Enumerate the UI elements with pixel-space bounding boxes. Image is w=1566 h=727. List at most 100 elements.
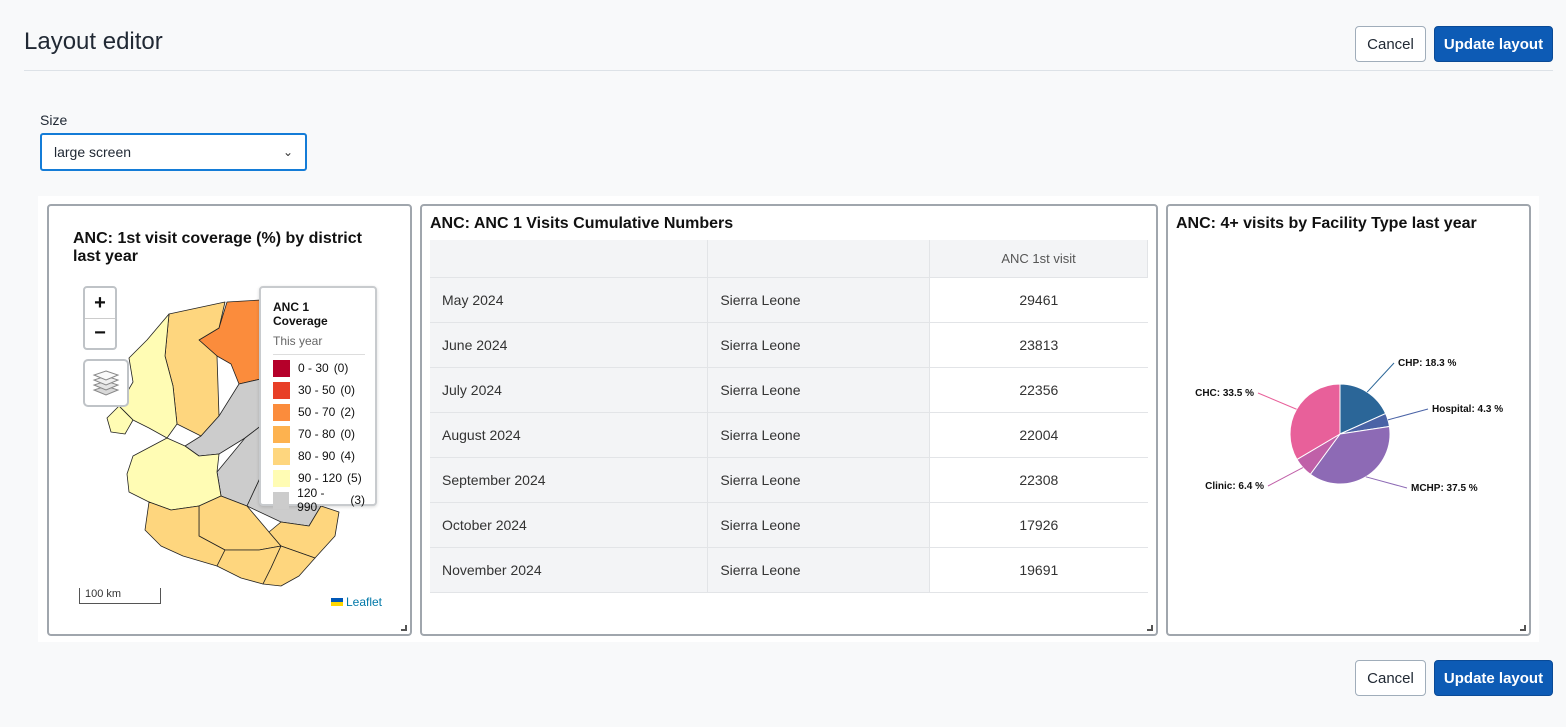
pivot-table: ANC 1st visit May 2024 Sierra Leone 29461 J… (430, 240, 1148, 593)
table-row: October 2024 Sierra Leone 17926 (430, 502, 1148, 548)
pie-connector-line (1387, 408, 1429, 421)
legend-count: (5) (347, 471, 362, 485)
cell-org-unit: Sierra Leone (707, 277, 931, 323)
legend-swatch (273, 381, 290, 399)
legend-count: (2) (340, 405, 356, 419)
update-layout-button[interactable]: Update layout (1434, 26, 1553, 62)
legend-swatch (273, 403, 290, 421)
cell-period: August 2024 (430, 412, 709, 458)
cell-value: 19691 (929, 547, 1148, 593)
legend-swatch (273, 447, 290, 465)
legend-swatch (273, 359, 290, 377)
table-row: June 2024 Sierra Leone 23813 (430, 322, 1148, 368)
legend-item: 0 - 30 (0) (273, 357, 365, 379)
legend-range: 120 - 990 (297, 486, 325, 514)
table-row: September 2024 Sierra Leone 22308 (430, 457, 1148, 503)
cell-period: October 2024 (430, 502, 709, 548)
page-title: Layout editor (24, 28, 163, 55)
resize-handle[interactable] (1147, 625, 1153, 631)
pie-label-chp: CHP: 18.3 % (1398, 358, 1456, 369)
cell-org-unit: Sierra Leone (707, 457, 931, 503)
cell-org-unit: Sierra Leone (707, 547, 931, 593)
dashboard-board: ANC: 1st visit coverage (%) by district … (38, 196, 1539, 642)
cell-value: 29461 (929, 277, 1148, 323)
pie-label-chc: CHC: 33.5 % (1195, 388, 1254, 399)
legend-item: 50 - 70 (2) (273, 401, 365, 423)
legend-count: (0) (333, 361, 349, 375)
size-select-value: large screen (54, 144, 132, 160)
cell-org-unit: Sierra Leone (707, 322, 931, 368)
table-header-period (430, 240, 709, 278)
legend-count: (3) (350, 493, 365, 507)
header-divider (24, 70, 1553, 71)
legend-range: 70 - 80 (298, 427, 336, 441)
zoom-in-button[interactable]: + (85, 288, 115, 318)
layers-icon (92, 370, 120, 396)
legend-subtitle: This year (273, 334, 365, 355)
table-header-anc-1st-visit: ANC 1st visit (929, 240, 1148, 278)
legend-count: (0) (340, 427, 356, 441)
cell-period: June 2024 (430, 322, 709, 368)
legend-swatch (273, 491, 290, 509)
cell-value: 22004 (929, 412, 1148, 458)
table-card[interactable]: ANC: ANC 1 Visits Cumulative Numbers ANC… (420, 204, 1158, 636)
legend-item: 80 - 90 (4) (273, 445, 365, 467)
pie-connector-line (1365, 476, 1408, 489)
legend-range: 0 - 30 (298, 361, 329, 375)
legend-count: (4) (340, 449, 356, 463)
cell-value: 22356 (929, 367, 1148, 413)
ukraine-flag-icon (330, 598, 343, 606)
legend-swatch (273, 469, 290, 487)
legend-range: 90 - 120 (298, 471, 343, 485)
map-card[interactable]: ANC: 1st visit coverage (%) by district … (47, 204, 412, 636)
cancel-button[interactable]: Cancel (1355, 26, 1426, 62)
legend-range: 80 - 90 (298, 449, 336, 463)
table-row: July 2024 Sierra Leone 22356 (430, 367, 1148, 413)
legend-item: 120 - 990 (3) (273, 486, 365, 514)
map-scale-bar: 100 km (79, 588, 161, 604)
table-header-org (707, 240, 931, 278)
pie-connector-line (1366, 362, 1395, 393)
table-card-title: ANC: ANC 1 Visits Cumulative Numbers (430, 215, 734, 232)
cell-org-unit: Sierra Leone (707, 367, 931, 413)
legend-swatch (273, 425, 290, 443)
cell-value: 22308 (929, 457, 1148, 503)
cell-org-unit: Sierra Leone (707, 502, 931, 548)
leaflet-link[interactable]: Leaflet (346, 595, 382, 609)
footer-update-layout-button[interactable]: Update layout (1434, 660, 1553, 696)
cell-period: May 2024 (430, 277, 709, 323)
pie-chart: CHP: 18.3 % Hospital: 4.3 % MCHP: 37.5 % Cl… (1195, 358, 1503, 494)
resize-handle[interactable] (401, 625, 407, 631)
legend-range: 50 - 70 (298, 405, 336, 419)
legend-item: 30 - 50 (0) (273, 379, 365, 401)
zoom-control: + − (83, 286, 117, 350)
table-row: May 2024 Sierra Leone 29461 (430, 277, 1148, 323)
pie-connector-line (1267, 467, 1304, 487)
resize-handle[interactable] (1520, 625, 1526, 631)
pie-connector-line (1257, 392, 1297, 410)
cell-period: November 2024 (430, 547, 709, 593)
pie-card[interactable]: ANC: 4+ visits by Facility Type last yea… (1166, 204, 1531, 636)
map-attribution[interactable]: Leaflet (330, 595, 382, 609)
legend-item: 70 - 80 (0) (273, 423, 365, 445)
zoom-out-button[interactable]: − (85, 318, 115, 348)
legend-title: ANC 1 Coverage (273, 300, 328, 328)
table-row: November 2024 Sierra Leone 19691 (430, 547, 1148, 593)
map-legend: ANC 1 Coverage This year 0 - 30 (0) 30 - 5… (259, 286, 377, 514)
pie-label-clinic: Clinic: 6.4 % (1205, 481, 1264, 492)
chevron-down-icon: ⌄ (282, 145, 293, 159)
cell-value: 17926 (929, 502, 1148, 548)
cell-value: 23813 (929, 322, 1148, 368)
footer-cancel-button[interactable]: Cancel (1355, 660, 1426, 696)
size-select[interactable]: large screen ⌄ (40, 133, 307, 171)
layers-button[interactable] (83, 359, 129, 407)
table-row: August 2024 Sierra Leone 22004 (430, 412, 1148, 458)
pie-label-mchp: MCHP: 37.5 % (1411, 483, 1478, 494)
size-label: Size (40, 112, 68, 128)
pie-label-hospital: Hospital: 4.3 % (1432, 404, 1503, 415)
cell-period: July 2024 (430, 367, 709, 413)
legend-items: 0 - 30 (0) 30 - 50 (0) 50 - 70 (2) 70 - 80 (0) 8… (273, 357, 365, 514)
legend-count: (0) (340, 383, 356, 397)
cell-period: September 2024 (430, 457, 709, 503)
legend-range: 30 - 50 (298, 383, 336, 397)
